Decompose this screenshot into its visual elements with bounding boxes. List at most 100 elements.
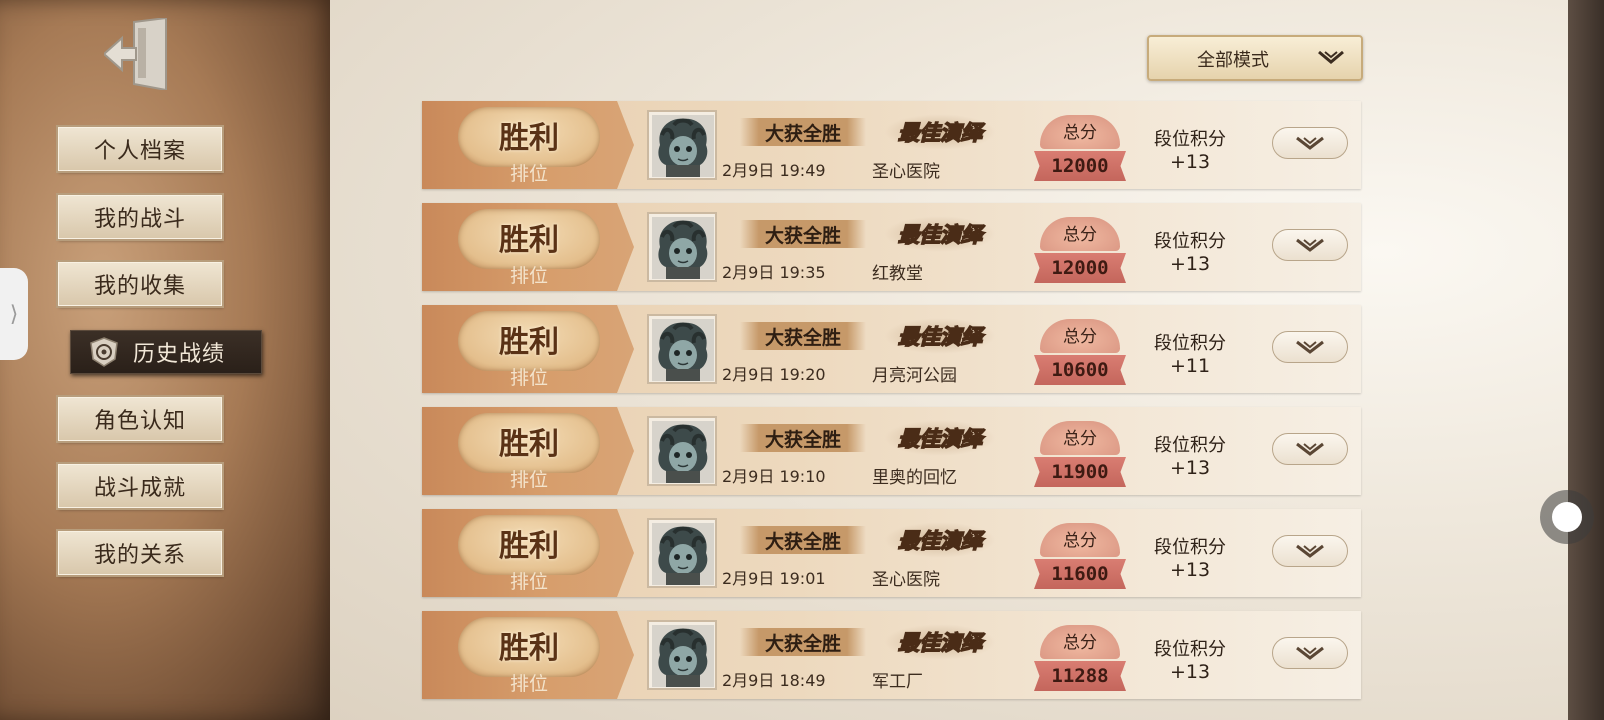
exit-door-icon[interactable] — [102, 16, 170, 92]
nav-item-my-battles[interactable]: 我的战斗 — [58, 195, 222, 239]
chevron-down-icon — [1318, 50, 1344, 64]
floating-assist-button[interactable] — [1540, 490, 1594, 544]
total-score: 总分 10600 — [1034, 319, 1126, 387]
victory-tag: 大获全胜 — [740, 526, 866, 554]
match-record-row[interactable]: 胜利 排位 大获全胜 最佳演绎 2月9日 19:35 红教堂 总分 12000 … — [422, 203, 1361, 291]
shield-emblem-icon — [90, 337, 118, 367]
match-datetime: 2月9日 19:49 — [722, 161, 826, 180]
match-type: 排位 — [509, 571, 548, 593]
match-result: 胜利 — [499, 427, 559, 462]
score-value: 11288 — [1034, 661, 1126, 691]
nav-item-match-history[interactable]: 历史战绩 — [70, 330, 262, 374]
match-map: 月亮河公园 — [872, 366, 957, 386]
score-caption: 总分 — [1040, 115, 1120, 149]
match-type: 排位 — [509, 265, 548, 287]
score-caption: 总分 — [1040, 217, 1120, 251]
character-portrait-icon — [652, 523, 714, 585]
nav-item-label: 我的关系 — [93, 543, 186, 568]
nav-item-profile[interactable]: 个人档案 — [58, 127, 222, 171]
score-caption: 总分 — [1040, 319, 1120, 353]
match-record-row[interactable]: 胜利 排位 大获全胜 最佳演绎 2月9日 19:01 圣心医院 总分 11600… — [422, 509, 1361, 597]
mvp-badge: 最佳演绎 — [884, 420, 996, 456]
match-type: 排位 — [509, 673, 548, 695]
match-datetime: 2月9日 19:01 — [722, 569, 826, 588]
rank-points-delta: +13 — [1169, 253, 1211, 275]
match-datetime: 2月9日 18:49 — [722, 671, 826, 690]
match-record-row[interactable]: 胜利 排位 大获全胜 最佳演绎 2月9日 19:49 圣心医院 总分 12000… — [422, 101, 1361, 189]
match-map: 军工厂 — [872, 672, 923, 692]
character-avatar — [647, 110, 717, 180]
character-portrait-icon — [652, 115, 714, 177]
mvp-badge: 最佳演绎 — [884, 216, 996, 252]
score-value: 11900 — [1034, 457, 1126, 487]
chevron-right-icon: ⟩ — [9, 301, 19, 327]
match-map: 里奥的回忆 — [872, 468, 957, 488]
mvp-badge: 最佳演绎 — [884, 522, 996, 558]
panel-edge — [1568, 0, 1604, 720]
match-record-row[interactable]: 胜利 排位 大获全胜 最佳演绎 2月9日 18:49 军工厂 总分 11288 … — [422, 611, 1361, 699]
character-avatar — [647, 212, 717, 282]
side-drawer-handle[interactable]: ⟩ — [0, 268, 28, 360]
victory-tag: 大获全胜 — [740, 322, 866, 350]
match-result: 胜利 — [499, 631, 559, 666]
score-value: 12000 — [1034, 253, 1126, 283]
expand-record-button[interactable] — [1272, 229, 1348, 261]
nav-item-label: 历史战绩 — [133, 342, 226, 367]
score-caption: 总分 — [1040, 523, 1120, 557]
chevron-down-icon — [1296, 646, 1324, 660]
victory-tag: 大获全胜 — [740, 118, 866, 146]
rank-points-delta: +13 — [1169, 661, 1211, 683]
chevron-down-icon — [1296, 544, 1324, 558]
assist-dot-icon — [1552, 502, 1582, 532]
character-portrait-icon — [652, 625, 714, 687]
rank-points-delta: +13 — [1169, 151, 1211, 173]
total-score: 总分 11600 — [1034, 523, 1126, 591]
character-portrait-icon — [652, 217, 714, 279]
total-score: 总分 12000 — [1034, 115, 1126, 183]
nav-item-label: 我的收集 — [93, 274, 186, 299]
rank-points-label: 段位积分 — [1154, 435, 1226, 456]
rank-points-delta: +13 — [1169, 559, 1211, 581]
nav-item-relations[interactable]: 我的关系 — [58, 531, 222, 575]
rank-points-label: 段位积分 — [1154, 639, 1226, 660]
total-score: 总分 11288 — [1034, 625, 1126, 693]
expand-record-button[interactable] — [1272, 535, 1348, 567]
chevron-down-icon — [1296, 238, 1324, 252]
match-map: 圣心医院 — [872, 162, 940, 182]
character-avatar — [647, 620, 717, 690]
score-value: 11600 — [1034, 559, 1126, 589]
nav-item-label: 我的战斗 — [93, 207, 186, 232]
match-type: 排位 — [509, 469, 548, 491]
match-record-row[interactable]: 胜利 排位 大获全胜 最佳演绎 2月9日 19:10 里奥的回忆 总分 1190… — [422, 407, 1361, 495]
expand-record-button[interactable] — [1272, 637, 1348, 669]
victory-tag: 大获全胜 — [740, 424, 866, 452]
mode-filter-label: 全部模式 — [1197, 50, 1269, 71]
nav-item-character[interactable]: 角色认知 — [58, 397, 222, 441]
match-result: 胜利 — [499, 529, 559, 564]
match-record-row[interactable]: 胜利 排位 大获全胜 最佳演绎 2月9日 19:20 月亮河公园 总分 1060… — [422, 305, 1361, 393]
character-avatar — [647, 518, 717, 588]
rank-points-label: 段位积分 — [1154, 129, 1226, 150]
character-avatar — [647, 416, 717, 486]
mvp-badge: 最佳演绎 — [884, 624, 996, 660]
victory-tag: 大获全胜 — [740, 628, 866, 656]
nav-item-collection[interactable]: 我的收集 — [58, 262, 222, 306]
total-score: 总分 11900 — [1034, 421, 1126, 489]
expand-record-button[interactable] — [1272, 331, 1348, 363]
rank-points-label: 段位积分 — [1154, 231, 1226, 252]
match-type: 排位 — [509, 367, 548, 389]
victory-tag: 大获全胜 — [740, 220, 866, 248]
match-result: 胜利 — [499, 223, 559, 258]
match-datetime: 2月9日 19:10 — [722, 467, 826, 486]
match-datetime: 2月9日 19:35 — [722, 263, 826, 282]
expand-record-button[interactable] — [1272, 433, 1348, 465]
mode-filter-dropdown[interactable]: 全部模式 — [1147, 35, 1363, 81]
expand-record-button[interactable] — [1272, 127, 1348, 159]
rank-points-delta: +13 — [1169, 457, 1211, 479]
nav-item-label: 个人档案 — [93, 139, 186, 164]
chevron-down-icon — [1296, 442, 1324, 456]
nav-item-achievements[interactable]: 战斗成就 — [58, 464, 222, 508]
mvp-badge: 最佳演绎 — [884, 114, 996, 150]
rank-points-label: 段位积分 — [1154, 333, 1226, 354]
match-result: 胜利 — [499, 325, 559, 360]
